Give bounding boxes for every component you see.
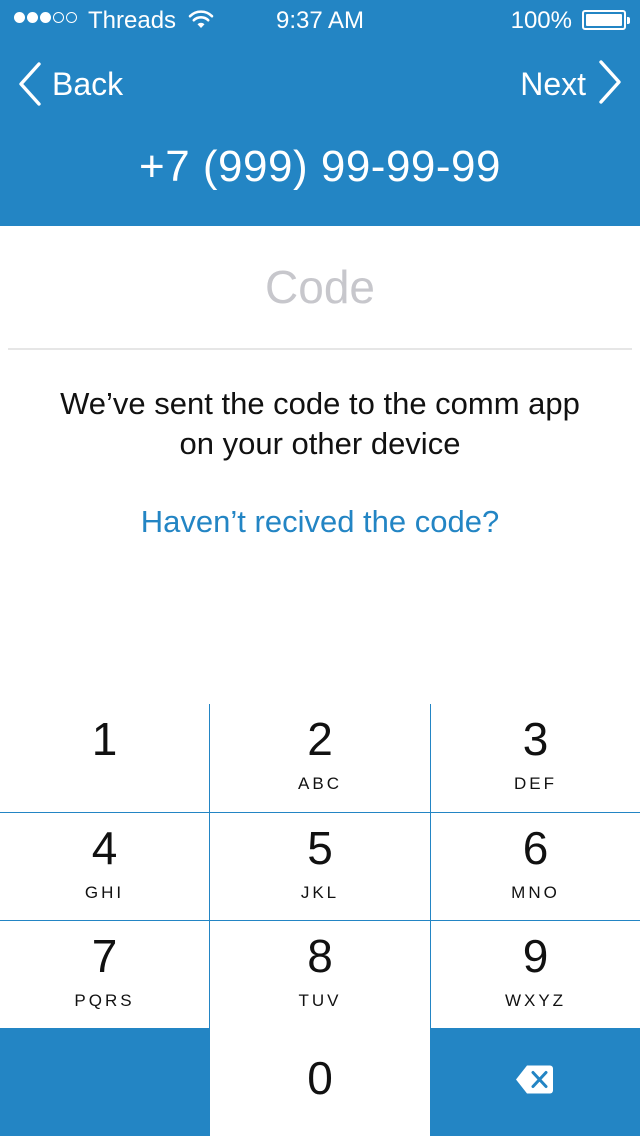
key-digit: 7 bbox=[91, 930, 118, 982]
keypad-divider bbox=[209, 704, 210, 1028]
key-2[interactable]: 2 ABC bbox=[210, 704, 430, 812]
key-letters: JKL bbox=[300, 883, 340, 902]
keypad-divider bbox=[430, 704, 431, 1028]
header: Threads 9:37 AM 100% Back Next +7 (999) … bbox=[0, 0, 640, 226]
key-letters: WXYZ bbox=[504, 991, 567, 1010]
key-letters: GHI bbox=[84, 883, 125, 902]
status-bar: Threads 9:37 AM 100% bbox=[0, 0, 640, 40]
keypad-empty-key bbox=[0, 1028, 210, 1136]
resend-code-link[interactable]: Haven’t recived the code? bbox=[0, 504, 640, 540]
key-4[interactable]: 4 GHI bbox=[0, 813, 209, 920]
back-label: Back bbox=[52, 65, 124, 102]
key-letters: TUV bbox=[298, 991, 342, 1010]
key-letters: DEF bbox=[514, 774, 557, 793]
key-digit: 6 bbox=[522, 822, 549, 874]
back-button[interactable]: Back bbox=[18, 60, 123, 108]
key-digit: 8 bbox=[307, 930, 333, 982]
keypad-divider bbox=[0, 920, 640, 921]
key-3[interactable]: 3 DEF bbox=[431, 704, 640, 812]
key-digit: 2 bbox=[307, 713, 333, 765]
chevron-right-icon bbox=[598, 59, 622, 109]
key-letters: MNO bbox=[511, 883, 560, 902]
battery-icon bbox=[582, 10, 630, 30]
key-0[interactable]: 0 bbox=[210, 1028, 430, 1136]
key-digit: 5 bbox=[307, 822, 333, 874]
key-9[interactable]: 9 WXYZ bbox=[431, 921, 640, 1028]
key-6[interactable]: 6 MNO bbox=[431, 813, 640, 920]
key-7[interactable]: 7 PQRS bbox=[0, 921, 209, 1028]
next-label: Next bbox=[520, 65, 586, 102]
screen: Threads 9:37 AM 100% Back Next +7 (999) … bbox=[0, 0, 640, 1136]
key-5[interactable]: 5 JKL bbox=[210, 813, 430, 920]
backspace-icon bbox=[515, 1064, 555, 1101]
code-input[interactable] bbox=[8, 226, 632, 350]
key-letters: ABC bbox=[298, 774, 342, 793]
keypad-divider bbox=[0, 812, 640, 813]
key-digit: 4 bbox=[91, 822, 118, 874]
key-8[interactable]: 8 TUV bbox=[210, 921, 430, 1028]
key-digit: 1 bbox=[91, 713, 118, 765]
phone-number: +7 (999) 99-99-99 bbox=[139, 142, 501, 191]
key-digit: 3 bbox=[522, 713, 549, 765]
key-digit: 0 bbox=[307, 1052, 333, 1104]
battery-percent: 100% bbox=[510, 7, 572, 34]
next-button[interactable]: Next bbox=[520, 59, 622, 109]
chevron-left-icon bbox=[18, 62, 42, 106]
code-sent-message: We’ve sent the code to the comm app on y… bbox=[60, 386, 580, 461]
key-digit: 9 bbox=[522, 930, 549, 982]
delete-button[interactable] bbox=[430, 1028, 640, 1136]
key-letters: PQRS bbox=[74, 991, 135, 1010]
numeric-keypad: 1 2 ABC 3 DEF 4 GHI 5 JKL 6 MNO 7 PQRS 8 bbox=[0, 704, 640, 1136]
key-1[interactable]: 1 bbox=[0, 704, 209, 812]
